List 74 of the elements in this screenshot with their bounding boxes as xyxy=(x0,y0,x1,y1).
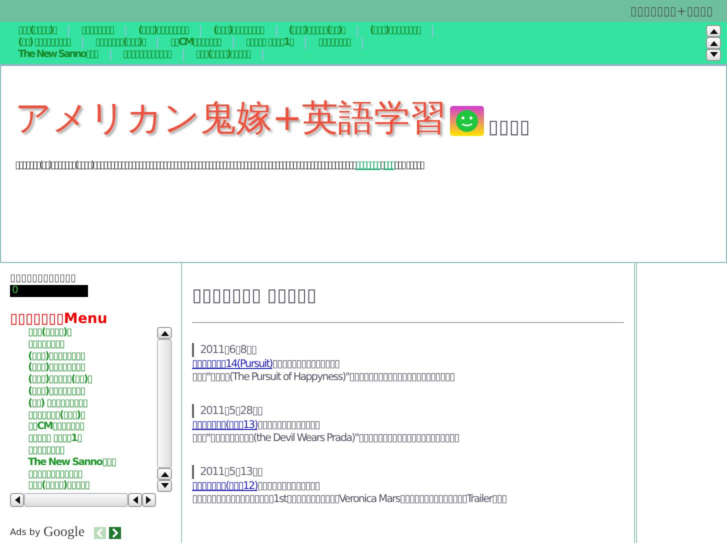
nav-link[interactable]: ▯▯▯▯▯ ▯▯▯▯1▯ xyxy=(246,37,306,49)
left-arrow-icon xyxy=(132,496,138,504)
nav-link[interactable]: (▯▯▯)▯▯▯▯▯▯▯▯ xyxy=(370,25,434,37)
up-arrow-icon xyxy=(160,471,168,477)
menu-link[interactable]: (▯▯▯)▯▯▯▯▯▯▯▯ xyxy=(28,350,157,362)
menu-link[interactable]: (▯▯▯)▯▯▯▯▯▯▯▯ xyxy=(28,386,157,398)
nav-link[interactable]: (▯▯) ▯▯▯▯▯▯▯▯▯ xyxy=(18,37,84,49)
entry-summary: ▯▯▯"▯▯▯▯(The Pursuit of Happyness)"▯▯▯▯▯▯▯▯▯▯▯▯▯▯▯▯▯▯▯▯▯▯ xyxy=(192,371,456,384)
entry-link[interactable]: ▯▯▯▯▯▯▯(▯▯▯12) xyxy=(192,480,258,492)
entry-title-text: ▯▯▯▯▯▯▯▯▯▯▯▯▯ xyxy=(257,480,320,492)
menu-heading: ▯▯▯▯▯▯▯Menu xyxy=(10,311,108,327)
nav-link[interactable]: ▯▯▯(▯▯▯▯)▯ xyxy=(18,25,70,37)
nav-link[interactable]: ▯▯▯▯▯▯▯▯ xyxy=(81,25,126,37)
page-heading: ▯▯▯▯▯▯▯ ▯▯▯▯▯ xyxy=(192,285,624,323)
nav-link[interactable]: ▯▯▯(▯▯▯▯)▯▯▯▯▯ xyxy=(196,49,263,61)
entry-summary: ▯▯▯"▯▯▯▯▯▯▯▯▯(the Devil Wears Prada)"▯▯▯▯▯▯▯▯▯▯▯▯▯▯▯▯▯▯▯▯▯ xyxy=(192,432,460,445)
site-title: ▯▯▯▯▯▯▯+▯▯▯▯ xyxy=(630,4,713,18)
scroll-up-button[interactable] xyxy=(157,327,172,339)
menu-link[interactable]: ▯▯▯(▯▯▯▯)▯ xyxy=(28,327,157,339)
entry-date: 2011▯5▯13▯▯ xyxy=(192,465,624,479)
menu-link[interactable]: ▯▯▯(▯▯▯▯)▯▯▯▯▯ xyxy=(28,480,157,492)
ads-label: Ads by xyxy=(10,528,40,538)
description-link[interactable]: ▯▯▯▯▯▯▯ xyxy=(355,160,380,171)
entry-link[interactable]: ▯▯▯▯▯▯▯14(Pursuit) xyxy=(192,358,272,370)
entry-link[interactable]: ▯▯▯▯▯▯▯(▯▯▯13) xyxy=(192,419,258,431)
scroll-up-button[interactable] xyxy=(157,468,172,480)
scroll-down-button[interactable] xyxy=(157,480,172,492)
horizontal-scrollbar[interactable] xyxy=(10,493,156,507)
scroll-down-button[interactable] xyxy=(706,49,721,61)
entry-date: 2011▯5▯28▯▯ xyxy=(192,404,624,418)
nav-link[interactable]: ▯▯▯▯▯▯▯▯▯▯▯▯ xyxy=(122,49,184,61)
nav-link[interactable]: ▯▯▯▯▯▯▯(▯▯▯)▯ xyxy=(95,37,158,49)
scroll-up-button[interactable] xyxy=(706,37,721,49)
menu-link[interactable]: ▯▯▯▯▯▯▯(▯▯▯)▯ xyxy=(28,410,157,422)
up-arrow-icon xyxy=(160,330,168,336)
menu-link[interactable]: (▯▯) ▯▯▯▯▯▯▯▯▯ xyxy=(28,398,157,410)
entry-title-text: ▯▯▯▯▯▯▯▯▯▯▯▯▯▯ xyxy=(272,358,340,370)
menu-link[interactable]: ▯▯▯▯▯▯▯▯ xyxy=(28,444,157,457)
down-arrow-icon xyxy=(710,52,718,58)
menu-link[interactable]: ▯▯▯▯▯▯▯▯ xyxy=(28,338,157,351)
access-counter: 0 xyxy=(10,285,88,297)
entry-date: 2011▯6▯8▯▯ xyxy=(192,343,624,357)
scroll-thumb[interactable] xyxy=(157,339,172,468)
nav-link[interactable]: (▯▯▯)▯▯▯▯▯▯▯▯ xyxy=(138,25,202,37)
blog-subtitle: ▯▯▯▯ xyxy=(488,116,530,138)
menu-link[interactable]: ▯▯▯▯▯▯▯▯▯▯▯▯ xyxy=(28,468,157,480)
ads-brand[interactable]: Google xyxy=(43,525,85,541)
nav-link[interactable]: ▯▯▯▯▯▯▯▯ xyxy=(318,37,364,49)
menu-link[interactable]: ▯▯CM▯▯▯▯▯▯▯ xyxy=(28,421,157,434)
nav-link[interactable]: The New Sanno▯▯▯ xyxy=(18,49,111,61)
scroll-up-button[interactable] xyxy=(706,25,721,37)
nav-link[interactable]: ▯▯CM▯▯▯▯▯▯▯ xyxy=(170,37,234,49)
menu-link[interactable]: (▯▯▯)▯▯▯▯▯▯▯▯ xyxy=(28,362,157,374)
menu-link[interactable]: The New Sanno▯▯▯ xyxy=(28,456,157,469)
nav-link[interactable]: (▯▯▯)▯▯▯▯▯▯▯▯ xyxy=(213,25,277,37)
menu-link[interactable]: ▯▯▯▯▯ ▯▯▯▯1▯ xyxy=(28,433,157,445)
scroll-left-button[interactable] xyxy=(10,493,24,507)
next-arrow-icon[interactable] xyxy=(108,527,121,539)
nav-link[interactable]: (▯▯▯)▯▯▯▯▯(▯▯)▯ xyxy=(288,25,358,37)
scroll-right-button[interactable] xyxy=(142,493,156,507)
blog-title[interactable]: アメリカン鬼嫁+英語学習 xyxy=(15,96,446,142)
scroll-thumb[interactable] xyxy=(24,493,128,507)
scroll-left-button[interactable] xyxy=(128,493,142,507)
entry-title-text: ▯▯▯▯▯▯▯▯▯▯▯▯▯ xyxy=(257,419,320,431)
menu-link[interactable]: (▯▯▯)▯▯▯▯▯(▯▯)▯ xyxy=(28,374,157,386)
down-arrow-icon xyxy=(160,483,168,489)
counter-label: ▯▯▯▯▯▯▯▯▯▯▯▯ xyxy=(10,273,78,284)
right-arrow-icon xyxy=(146,496,152,504)
blog-description: ▯▯▯▯▯▯▯(▯▯)▯▯▯▯▯▯▯(▯▯▯▯)▯▯▯▯▯▯▯▯▯▯▯▯▯▯▯▯▯▯▯▯▯▯▯▯▯▯▯▯▯▯▯▯▯▯▯▯▯▯▯▯▯▯▯▯▯▯▯▯▯▯▯▯▯▯▯▯▯▯▯▯▯▯▯▯▯▯▯▯▯▯▯▯▯▯▯▯▯▯▯▯▯▯▯▯▯▯▯▯▯ ▯▯▯▯▯ xyxy=(15,159,425,173)
entry-summary: ▯▯▯▯▯▯▯▯▯▯▯▯▯▯▯▯▯1st▯▯▯▯▯▯▯▯▯▯▯Veronica Mars▯▯▯▯▯▯▯▯▯▯▯▯▯▯Trailer▯▯▯ xyxy=(192,493,508,506)
smiley-icon xyxy=(450,106,484,136)
description-link[interactable]: ▯▯▯ xyxy=(383,160,394,171)
vertical-scrollbar[interactable] xyxy=(157,327,172,492)
left-arrow-icon xyxy=(14,496,20,504)
